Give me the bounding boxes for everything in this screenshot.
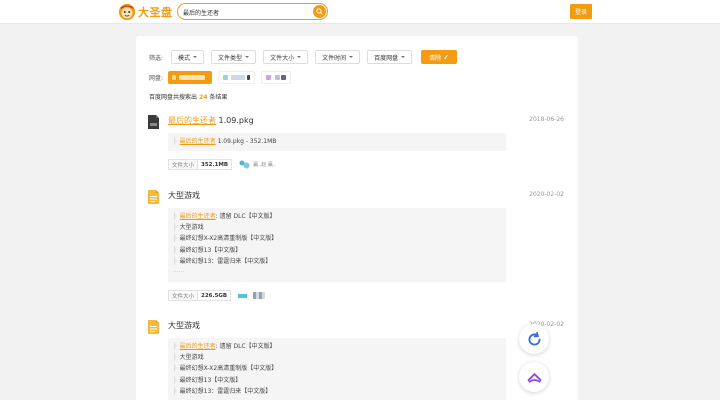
chevron-down-icon	[349, 56, 354, 58]
filter-pan-source[interactable]: 百度网盘	[367, 50, 413, 64]
tree-branch-icon: ├	[173, 376, 177, 384]
file-tree: ├ 最后的生还者: 遗留 DLC【中文版】 ├ 大型游戏 ├ 最终幻想X-X2高清重制…	[168, 208, 506, 282]
file-size-box: 文件大小 226.5GB	[168, 290, 232, 301]
pan-chip-1[interactable]	[168, 70, 213, 84]
pan-label: 网盘:	[149, 74, 164, 82]
result-title[interactable]: 大型游戏	[168, 190, 200, 201]
float-refresh-button[interactable]	[519, 324, 549, 354]
search-input[interactable]	[183, 7, 308, 17]
filter-bar: 筛选: 模式 文件类型 文件大小 文件时间 百度网盘 清除	[149, 50, 458, 64]
file-tree-more: ......	[173, 267, 185, 275]
result-item: 大型游戏 2020-02-02 ├ 最后的生还者: 遗留 DLC【中文版】 ├ 大型…	[148, 320, 566, 400]
result-item: 最后的生还者 1.09.pkg 2018-06-26 ├ 最后的生还者 1.09.…	[148, 115, 566, 175]
file-tree-line: ├ 最后的生还者: 遗留 DLC【中文版】	[173, 213, 276, 220]
sharer-name: 赢..赵 赢..	[253, 162, 277, 168]
blurred-mark	[247, 74, 251, 80]
login-button[interactable]: 登录	[570, 4, 592, 19]
file-tree: ├ 最后的生还者 1.09.pkg - 352.1MB	[168, 133, 506, 151]
filter-label: 筛选:	[149, 54, 164, 62]
pan-selector: 网盘:	[149, 70, 297, 84]
sharer-info[interactable]	[238, 292, 266, 299]
clear-filters-button[interactable]: 清除	[421, 50, 458, 64]
search-icon	[316, 8, 323, 15]
file-tree-line: ├ 最终幻想X-X2高清重制版【中文版】	[173, 365, 278, 373]
tree-branch-icon: ├	[173, 246, 177, 254]
result-title[interactable]: 大型游戏	[168, 320, 200, 331]
filter-file-type[interactable]: 文件类型	[211, 50, 257, 64]
result-date: 2020-02-02	[529, 191, 564, 198]
chevron-down-icon	[193, 56, 198, 58]
file-tree: ├ 最后的生还者: 遗留 DLC【中文版】 ├ 大型游戏 ├ 最终幻想X-X2高清重制…	[168, 338, 506, 400]
result-meta: 文件大小 226.5GB	[168, 290, 266, 301]
file-tree-line: ├ 最后的生还者: 遗留 DLC【中文版】	[173, 343, 276, 350]
tree-branch-icon: ├	[173, 343, 177, 350]
result-title[interactable]: 最后的生还者 1.09.pkg	[168, 115, 254, 126]
chevron-down-icon	[245, 56, 250, 58]
file-size-value: 226.5GB	[201, 292, 228, 299]
file-tree-line: ├ 最终幻想13：雷霆归来【中文版】	[173, 387, 272, 395]
logo-text: 大圣盘	[138, 6, 173, 19]
tree-branch-icon: ├	[173, 213, 177, 220]
monkey-logo-icon	[118, 3, 136, 21]
file-tree-line: ├ 最终幻想X-X2高清重制版【中文版】	[173, 235, 278, 243]
file-tree-line: ├ 最终幻想13【中文版】	[173, 376, 242, 384]
tree-branch-icon: ├	[173, 354, 177, 362]
search-box	[177, 3, 328, 20]
file-size-value: 352.1MB	[201, 161, 229, 168]
sharer-avatar-icon	[239, 160, 250, 169]
result-meta: 文件大小 352.1MB 赢..赵 赢..	[168, 159, 276, 170]
file-tree-line: ├ 最后的生还者 1.09.pkg - 352.1MB	[173, 138, 277, 145]
blurred-name	[179, 74, 206, 80]
chevron-down-icon	[297, 56, 302, 58]
tree-branch-icon: ├	[173, 387, 177, 395]
chevron-down-icon	[401, 56, 406, 58]
sharer-avatar-icon	[238, 293, 248, 298]
filter-file-time[interactable]: 文件时间	[315, 50, 361, 64]
folder-file-icon	[148, 190, 159, 204]
file-tree-line: ├ 大型游戏	[173, 224, 204, 232]
blurred-mark	[281, 74, 287, 80]
result-summary: 百度网盘共搜索出 24 条结果	[149, 94, 228, 101]
file-size-box: 文件大小 352.1MB	[168, 159, 233, 170]
blurred-avatar	[266, 74, 272, 80]
results-card: 筛选: 模式 文件类型 文件大小 文件时间 百度网盘 清除 网盘: 百度网盘共搜…	[136, 36, 578, 400]
blurred-name	[231, 74, 246, 80]
blurred-name	[253, 292, 266, 299]
pan-chip-2[interactable]	[218, 70, 256, 84]
folder-file-icon	[148, 320, 159, 334]
result-date: 2018-06-26	[529, 116, 564, 123]
filter-file-size[interactable]: 文件大小	[263, 50, 309, 64]
cloud-app-icon	[527, 372, 541, 383]
file-tree-line: ├ 大型游戏	[173, 354, 204, 362]
sharer-info[interactable]: 赢..赵 赢..	[239, 160, 276, 169]
result-count: 24	[199, 94, 208, 101]
blurred-avatar	[172, 74, 177, 80]
tree-branch-icon: ├	[173, 365, 177, 373]
tree-branch-icon: ├	[173, 257, 177, 265]
pan-chip-3[interactable]	[261, 70, 292, 84]
package-file-icon	[148, 115, 159, 129]
tree-branch-icon: ├	[173, 224, 177, 232]
tree-branch-icon: ├	[173, 235, 177, 243]
filter-mode[interactable]: 模式	[171, 50, 205, 64]
float-cloud-button[interactable]	[519, 362, 549, 392]
file-tree-line: ├ 最终幻想13：雷霆归来【中文版】	[173, 257, 272, 265]
site-logo[interactable]: 大圣盘	[118, 3, 173, 21]
search-button[interactable]	[313, 5, 326, 18]
blurred-name	[275, 74, 281, 80]
refresh-icon	[527, 331, 541, 345]
top-header: 大圣盘 登录	[0, 0, 720, 24]
file-tree-line: ├ 最终幻想13【中文版】	[173, 246, 242, 254]
broom-icon	[444, 54, 449, 60]
blurred-avatar	[223, 74, 229, 80]
tree-branch-icon: ├	[173, 138, 177, 145]
